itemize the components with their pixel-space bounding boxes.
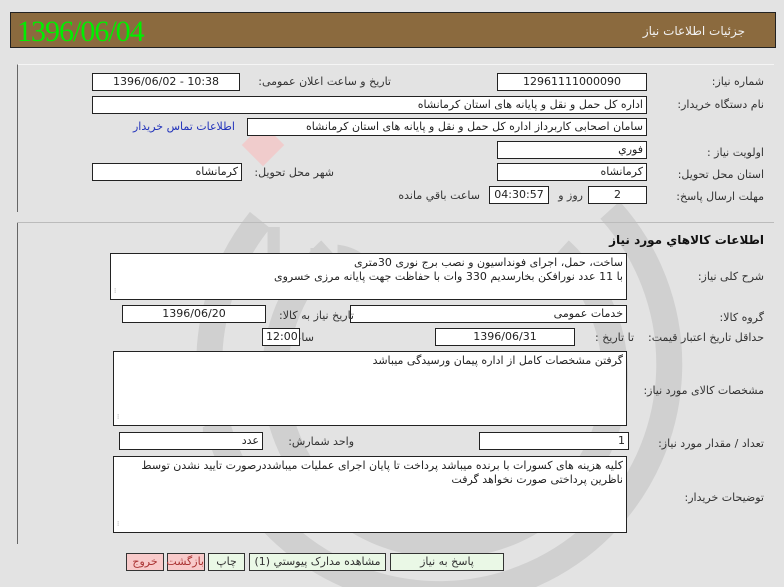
specs-text: گرفتن مشخصات کامل از اداره پيمان ورسيدگی… bbox=[372, 354, 623, 367]
buyer-org-label: نام دستگاه خريدار: bbox=[677, 98, 764, 111]
respond-button[interactable]: پاسخ به نياز bbox=[390, 553, 504, 571]
need-date-label: تاريخ نياز به کالا: bbox=[279, 309, 354, 322]
summary-line-1: ساخت، حمل، اجرای فونداسيون و نصب برج نور… bbox=[354, 256, 623, 269]
announce-field: 1396/06/02 - 10:38 bbox=[92, 73, 240, 91]
to-date-label: تا تاريخ : bbox=[595, 331, 634, 344]
divider bbox=[17, 222, 774, 223]
goods-section-title: اطلاعات کالاهاي مورد نياز bbox=[609, 233, 764, 247]
priority-label: اولويت نياز : bbox=[706, 146, 764, 159]
summary-line-2: با 11 عدد نورافکن بخارسديم 330 وات با حف… bbox=[273, 270, 623, 283]
province-label: استان محل تحويل: bbox=[677, 168, 764, 181]
resize-handle-icon[interactable]: ⁞ bbox=[117, 410, 119, 424]
time-field: 12:00 bbox=[262, 328, 300, 346]
unit-label: واحد شمارش: bbox=[288, 435, 354, 448]
need-number-field: 12961111000090 bbox=[497, 73, 647, 91]
buyer-org-field: اداره کل حمل و نقل و پايانه های استان کر… bbox=[92, 96, 647, 114]
deadline-days-field: 2 bbox=[588, 186, 647, 204]
unit-field: عدد bbox=[119, 432, 263, 450]
qty-label: تعداد / مقدار مورد نياز: bbox=[658, 437, 764, 450]
buyer-notes-label: توضيحات خريدار: bbox=[684, 491, 765, 504]
header-bar-full: جزئيات اطلاعات نياز 1396/06/04 bbox=[10, 12, 776, 48]
summary-field: ساخت، حمل، اجرای فونداسيون و نصب برج نور… bbox=[110, 253, 627, 300]
province-field: کرمانشاه bbox=[497, 163, 647, 181]
deadline-label: مهلت ارسال پاسخ: bbox=[676, 190, 764, 203]
buyer-notes-text: کليه هزينه های کسورات با برنده ميباشد پر… bbox=[141, 459, 623, 486]
city-label: شهر محل تحويل: bbox=[254, 166, 334, 179]
buyer-contact-link[interactable]: اطلاعات تماس خريدار bbox=[133, 120, 235, 133]
resize-handle-icon[interactable]: ⁞ bbox=[114, 284, 116, 298]
days-and-label: روز و bbox=[558, 189, 583, 202]
price-validity-label: حداقل تاريخ اعتبار قيمت: bbox=[648, 331, 764, 344]
need-number-label: شماره نياز: bbox=[711, 75, 764, 88]
priority-field: فوري bbox=[497, 141, 647, 159]
need-date-field: 1396/06/20 bbox=[122, 305, 266, 323]
specs-label: مشخصات کالای مورد نياز: bbox=[643, 384, 764, 397]
buyer-notes-field: کليه هزينه های کسورات با برنده ميباشد پر… bbox=[113, 456, 627, 533]
city-field: کرمانشاه bbox=[92, 163, 242, 181]
goods-group-label: گروه کالا: bbox=[719, 311, 764, 324]
exit-button[interactable]: خروج bbox=[126, 553, 164, 571]
announce-label: تاريخ و ساعت اعلان عمومی: bbox=[258, 75, 391, 88]
header-title: جزئيات اطلاعات نياز bbox=[642, 24, 745, 38]
specs-field: گرفتن مشخصات کامل از اداره پيمان ورسيدگی… bbox=[113, 351, 627, 426]
view-attachments-button[interactable]: مشاهده مدارک پيوستي (1) bbox=[249, 553, 386, 571]
back-button[interactable]: بازگشت bbox=[166, 553, 205, 571]
creator-field: سامان اصحابی کاربرداز اداره کل حمل و نقل… bbox=[247, 118, 647, 136]
remaining-label: ساعت باقي مانده bbox=[398, 189, 480, 202]
summary-label: شرح کلی نياز: bbox=[697, 270, 764, 283]
to-date-field: 1396/06/31 bbox=[435, 328, 575, 346]
date-stamp: 1396/06/04 bbox=[17, 15, 145, 48]
deadline-time-field: 04:30:57 bbox=[489, 186, 549, 204]
resize-handle-icon[interactable]: ⁞ bbox=[117, 517, 119, 531]
goods-group-field: خدمات عمومی bbox=[350, 305, 627, 323]
print-button[interactable]: چاپ bbox=[208, 553, 245, 571]
qty-field: 1 bbox=[479, 432, 629, 450]
